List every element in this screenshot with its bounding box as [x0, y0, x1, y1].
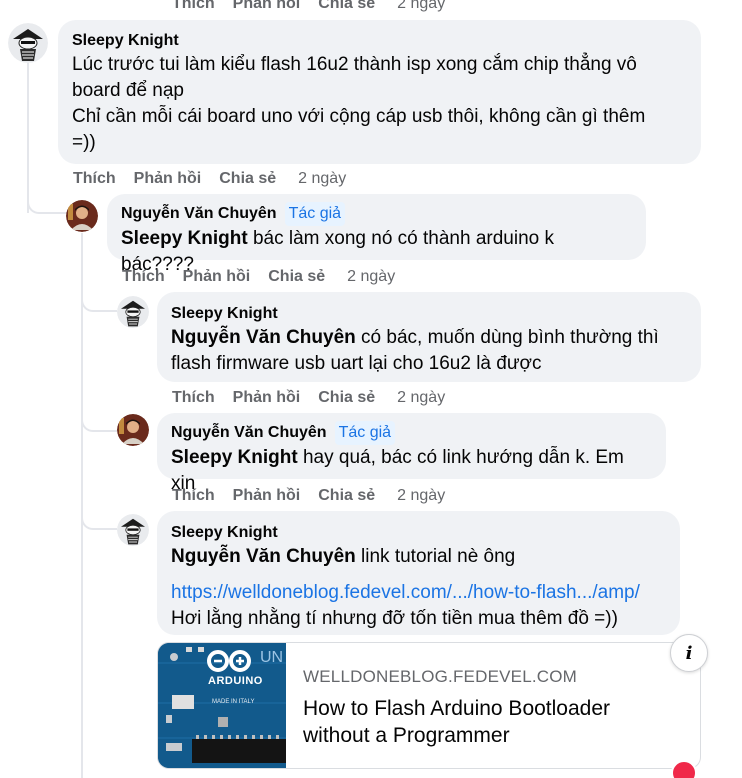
share-button[interactable]: Chia sẻ — [219, 169, 276, 189]
reply-button[interactable]: Phản hồi — [233, 486, 301, 506]
comment-line: Lúc trước tui làm kiểu flash 16u2 thành … — [72, 54, 637, 75]
link-preview-card[interactable]: MADE IN ITALY ARDUINO UN WELLDONEBLOG.FE… — [157, 642, 701, 769]
like-button[interactable]: Thích — [172, 0, 215, 14]
comment-time[interactable]: 2 ngày — [347, 267, 395, 287]
info-icon[interactable]: i — [670, 634, 708, 672]
reply-button[interactable]: Phản hồi — [233, 388, 301, 408]
previous-comment-actions: Thích Phản hồi Chia sẻ 2 ngày — [172, 0, 445, 14]
thread-curve-3 — [81, 410, 117, 432]
share-button[interactable]: Chia sẻ — [318, 486, 375, 506]
avatar-sleepy-knight[interactable] — [8, 23, 48, 63]
user-photo-icon — [117, 414, 149, 446]
comment-bubble-5: Sleepy Knight Nguyễn Văn Chuyên link tut… — [157, 511, 680, 635]
svg-text:MADE IN ITALY: MADE IN ITALY — [212, 699, 254, 705]
avatar-nguyen-van-chuyen[interactable] — [66, 200, 98, 232]
comment-actions-4: Thích Phản hồi Chia sẻ 2 ngày — [172, 486, 445, 506]
comment-time[interactable]: 2 ngày — [397, 486, 445, 506]
comment-actions-3: Thích Phản hồi Chia sẻ 2 ngày — [172, 388, 445, 408]
author-badge: Tác giả — [284, 202, 346, 226]
thread-curve-1 — [27, 190, 67, 214]
tutorial-link[interactable]: https://welldoneblog.fedevel.com/.../how… — [171, 582, 640, 603]
comment-bubble-1: Sleepy Knight Lúc trước tui làm kiểu fla… — [58, 20, 701, 164]
user-photo-icon — [66, 200, 98, 232]
comment-author[interactable]: Sleepy Knight — [171, 522, 666, 544]
comment-actions-1: Thích Phản hồi Chia sẻ 2 ngày — [73, 169, 346, 189]
author-badge: Tác giả — [334, 421, 396, 445]
avatar-nguyen-van-chuyen[interactable] — [117, 414, 149, 446]
thread-curve-2 — [81, 290, 117, 312]
comment-text: có bác, muốn dùng bình thường thì — [355, 327, 659, 348]
comment-author[interactable]: Nguyễn Văn Chuyên — [171, 422, 327, 444]
share-button[interactable]: Chia sẻ — [318, 388, 375, 408]
mention-link[interactable]: Sleepy Knight — [171, 447, 298, 468]
mention-link[interactable]: Nguyễn Văn Chuyên — [171, 327, 356, 348]
reply-button[interactable]: Phản hồi — [233, 0, 301, 14]
comment-actions-2: Thích Phản hồi Chia sẻ 2 ngày — [122, 267, 395, 287]
ninja-avatar-icon — [117, 514, 149, 546]
like-button[interactable]: Thích — [73, 169, 116, 189]
comment-line: Chỉ cần mỗi cái board uno với cộng cáp u… — [72, 106, 646, 127]
comment-author[interactable]: Sleepy Knight — [171, 303, 687, 325]
comment-time[interactable]: 2 ngày — [397, 388, 445, 408]
thread-line-sub — [81, 233, 83, 778]
link-preview-body: WELLDONEBLOG.FEDEVEL.COM How to Flash Ar… — [303, 665, 690, 749]
comment-line: =)) — [72, 132, 96, 153]
avatar-sleepy-knight[interactable] — [117, 514, 149, 546]
like-button[interactable]: Thích — [172, 388, 215, 408]
like-button[interactable]: Thích — [172, 486, 215, 506]
link-domain: WELLDONEBLOG.FEDEVEL.COM — [303, 667, 578, 686]
comment-bubble-2: Nguyễn Văn Chuyên Tác giả Sleepy Knight … — [107, 194, 646, 275]
share-button[interactable]: Chia sẻ — [268, 267, 325, 287]
comment-bubble-4: Nguyễn Văn Chuyên Tác giả Sleepy Knight … — [157, 413, 666, 494]
avatar-sleepy-knight[interactable] — [117, 296, 149, 328]
comment-text: flash firmware usb uart lại cho 16u2 là … — [171, 353, 542, 374]
share-button[interactable]: Chia sẻ — [318, 0, 375, 14]
link-title-line: without a Programmer — [303, 724, 510, 747]
comment-text: link tutorial nè ông — [355, 546, 516, 567]
ninja-avatar-icon — [8, 23, 48, 63]
mention-link[interactable]: Sleepy Knight — [121, 228, 248, 249]
comment-line: board để nạp — [72, 80, 184, 101]
comment-author[interactable]: Nguyễn Văn Chuyên — [121, 203, 277, 225]
comment-time[interactable]: 2 ngày — [397, 0, 445, 14]
link-title-line: How to Flash Arduino Bootloader — [303, 697, 611, 720]
ninja-avatar-icon — [117, 296, 149, 328]
thread-curve-4 — [81, 508, 117, 530]
comment-text: Hơi lằng nhằng tí nhưng đỡ tốn tiền mua … — [171, 608, 618, 629]
reply-button[interactable]: Phản hồi — [183, 267, 251, 287]
comment-author[interactable]: Sleepy Knight — [72, 30, 687, 52]
link-title[interactable]: How to Flash Arduino Bootloader without … — [303, 695, 690, 749]
arduino-board-thumbnail: MADE IN ITALY ARDUINO UN — [158, 643, 286, 768]
arduino-model-text: UN — [260, 649, 284, 666]
like-button[interactable]: Thích — [122, 267, 165, 287]
comment-time[interactable]: 2 ngày — [298, 169, 346, 189]
comment-bubble-3: Sleepy Knight Nguyễn Văn Chuyên có bác, … — [157, 292, 701, 382]
mention-link[interactable]: Nguyễn Văn Chuyên — [171, 546, 356, 567]
arduino-logo-text: ARDUINO — [208, 675, 263, 687]
reply-button[interactable]: Phản hồi — [134, 169, 202, 189]
